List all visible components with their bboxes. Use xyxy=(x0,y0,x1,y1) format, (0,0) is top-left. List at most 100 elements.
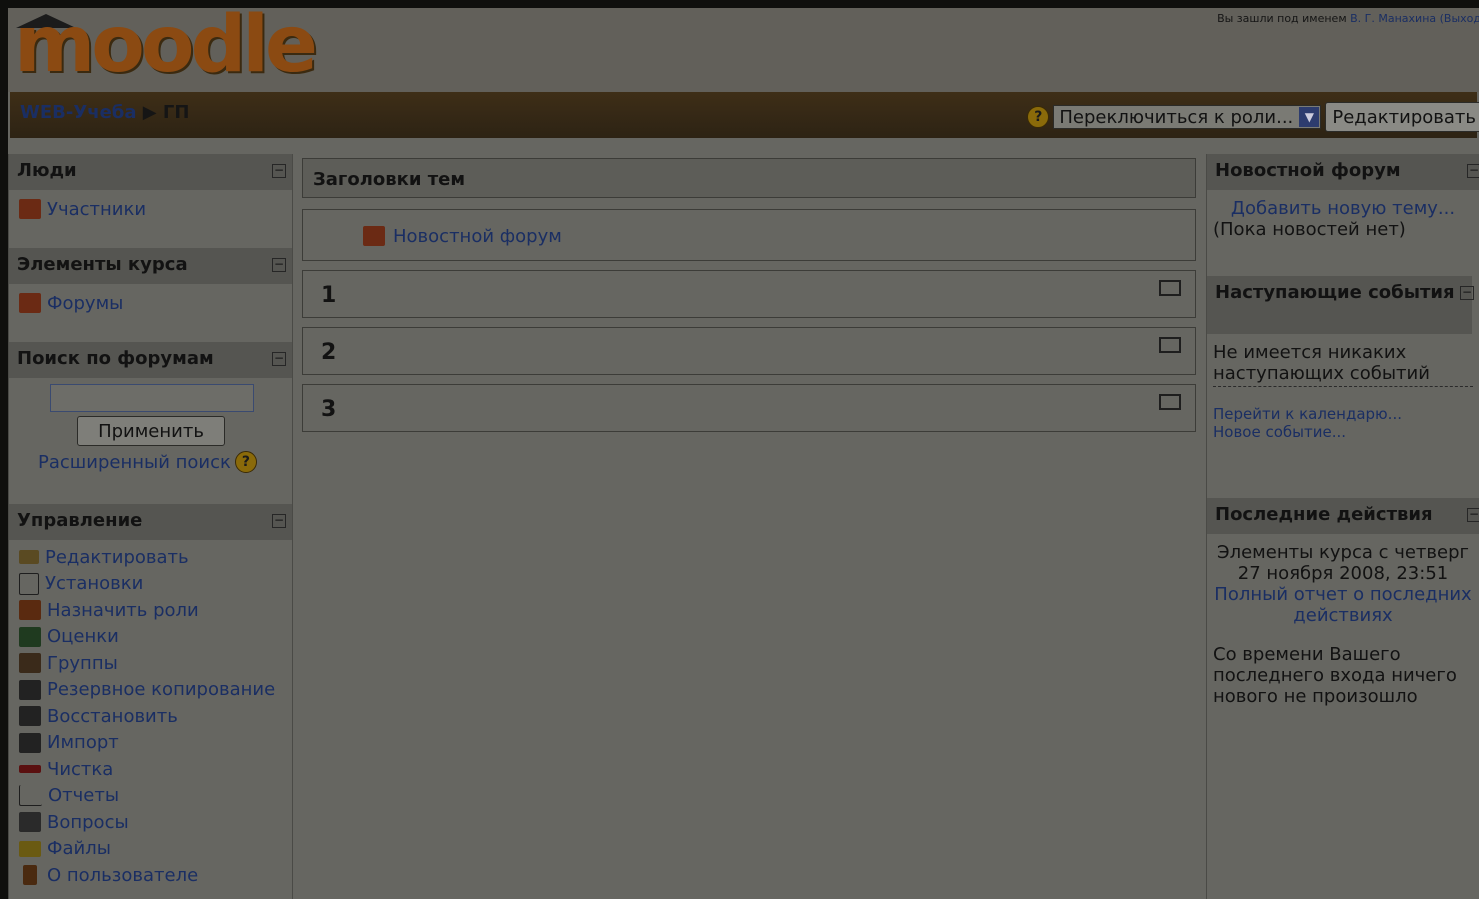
help-icon[interactable]: ? xyxy=(1027,106,1050,128)
admin-item-label[interactable]: Назначить роли xyxy=(47,600,199,621)
groups-icon xyxy=(19,653,41,674)
show-only-section-icon[interactable] xyxy=(1159,394,1181,410)
admin-item-label[interactable]: Группы xyxy=(47,653,118,674)
admin-item-label[interactable]: Чистка xyxy=(47,759,113,780)
activities-block: Элементы курса − Форумы xyxy=(9,248,292,342)
section-3: 3 xyxy=(302,384,1196,432)
events-block-header: Наступающие события − xyxy=(1207,276,1474,334)
admin-item-roles[interactable]: Назначить роли xyxy=(19,597,282,624)
admin-item-label[interactable]: О пользователе xyxy=(47,865,198,886)
admin-item-restore[interactable]: Восстановить xyxy=(19,703,282,730)
admin-item-label[interactable]: Редактировать xyxy=(45,547,189,568)
settings-icon xyxy=(19,572,39,595)
events-block-title: Наступающие события xyxy=(1215,282,1455,303)
logout-link[interactable]: (Выход xyxy=(1440,12,1479,25)
participants-icon xyxy=(19,199,41,220)
admin-item-label[interactable]: Установки xyxy=(45,573,143,594)
admin-block-header: Управление − xyxy=(9,504,292,540)
participants-link[interactable]: Участники xyxy=(47,199,146,220)
collapse-icon[interactable]: − xyxy=(272,352,286,366)
admin-item-questions[interactable]: Вопросы xyxy=(19,809,282,836)
admin-item-label[interactable]: Файлы xyxy=(47,838,111,859)
news-forum-link[interactable]: Новостной форум xyxy=(393,226,562,247)
breadcrumb: WEB-Учеба ▶ ГП xyxy=(20,102,189,123)
admin-item-label[interactable]: Вопросы xyxy=(47,812,129,833)
page: moodle Вы зашли под именем В. Г. Манахин… xyxy=(8,6,1479,899)
admin-block-title: Управление xyxy=(17,510,143,531)
no-events-text: Не имеется никаких наступающих событий xyxy=(1213,342,1473,387)
admin-item-reports[interactable]: Отчеты xyxy=(19,783,282,810)
switch-role-value: Переключиться к роли... xyxy=(1059,107,1294,128)
help-icon[interactable]: ? xyxy=(234,451,257,473)
import-icon xyxy=(19,732,41,753)
admin-item-settings[interactable]: Установки xyxy=(19,571,282,598)
course-content: Заголовки тем Новостной форум 1 2 3 xyxy=(302,158,1196,441)
collapse-icon[interactable]: − xyxy=(1467,164,1479,178)
recent-activity-block: Последние действия − Элементы курса с че… xyxy=(1207,498,1479,715)
right-column: Новостной форум − Добавить новую тему...… xyxy=(1206,154,1479,899)
admin-item-grades[interactable]: Оценки xyxy=(19,624,282,651)
sidebar-item-participants[interactable]: Участники xyxy=(19,196,282,223)
people-block-header: Люди − xyxy=(9,154,292,190)
admin-block: Управление − Редактировать Установки Наз… xyxy=(9,504,292,897)
grades-icon xyxy=(19,626,41,647)
section-number: 1 xyxy=(321,283,337,308)
section-2: 2 xyxy=(302,327,1196,375)
collapse-icon[interactable]: − xyxy=(272,164,286,178)
navbar: WEB-Учеба ▶ ГП ? Переключиться к роли...… xyxy=(10,92,1479,138)
advanced-search-link[interactable]: Расширенный поиск xyxy=(38,452,231,473)
nothing-new-text: Со времени Вашего последнего входа ничег… xyxy=(1213,644,1457,707)
section-number: 3 xyxy=(321,397,337,422)
login-info: Вы зашли под именем В. Г. Манахина (Выхо… xyxy=(1217,12,1479,25)
reset-icon xyxy=(19,765,41,774)
admin-item-backup[interactable]: Резервное копирование xyxy=(19,677,282,704)
backup-icon xyxy=(19,679,41,700)
recent-since-text: Элементы курса с четверг 27 ноября 2008,… xyxy=(1217,542,1469,584)
admin-item-label[interactable]: Резервное копирование xyxy=(47,679,275,700)
add-new-topic-link[interactable]: Добавить новую тему... xyxy=(1213,198,1473,219)
admin-item-edit[interactable]: Редактировать xyxy=(19,544,282,571)
search-apply-button[interactable]: Применить xyxy=(77,416,225,446)
breadcrumb-current: ГП xyxy=(162,102,190,123)
nav-controls: ? Переключиться к роли... ▼ Редактироват… xyxy=(1027,102,1479,132)
admin-item-import[interactable]: Импорт xyxy=(19,730,282,757)
search-input[interactable] xyxy=(50,384,254,412)
edit-mode-button[interactable]: Редактировать xyxy=(1325,102,1479,132)
questions-icon xyxy=(19,812,41,833)
chevron-down-icon[interactable]: ▼ xyxy=(1299,107,1320,127)
profile-icon xyxy=(23,865,37,886)
breadcrumb-home[interactable]: WEB-Учеба xyxy=(20,102,137,123)
go-to-calendar-link[interactable]: Перейти к календарю... xyxy=(1213,405,1473,423)
pencil-icon xyxy=(19,550,39,565)
full-report-link[interactable]: Полный отчет о последних действиях xyxy=(1213,584,1473,626)
collapse-icon[interactable]: − xyxy=(272,514,286,528)
new-event-link[interactable]: Новое событие... xyxy=(1213,423,1473,441)
no-news-text: (Пока новостей нет) xyxy=(1213,219,1406,240)
login-prefix: Вы зашли под именем xyxy=(1217,12,1351,25)
admin-item-label[interactable]: Импорт xyxy=(47,732,119,753)
sidebar-item-forums[interactable]: Форумы xyxy=(19,290,282,317)
forums-link[interactable]: Форумы xyxy=(47,293,123,314)
collapse-icon[interactable]: − xyxy=(272,258,286,272)
restore-icon xyxy=(19,706,41,727)
forum-icon xyxy=(363,226,385,246)
forum-icon xyxy=(19,293,41,314)
show-only-section-icon[interactable] xyxy=(1159,280,1181,296)
admin-item-profile[interactable]: О пользователе xyxy=(19,862,282,889)
user-link[interactable]: В. Г. Манахина xyxy=(1350,12,1436,25)
news-block: Новостной форум − Добавить новую тему...… xyxy=(1207,154,1479,276)
moodle-logo[interactable]: moodle xyxy=(14,6,318,84)
topics-header: Заголовки тем xyxy=(302,158,1196,198)
admin-item-files[interactable]: Файлы xyxy=(19,836,282,863)
admin-item-label[interactable]: Восстановить xyxy=(47,706,178,727)
admin-item-groups[interactable]: Группы xyxy=(19,650,282,677)
show-only-section-icon[interactable] xyxy=(1159,337,1181,353)
admin-item-label[interactable]: Оценки xyxy=(47,626,119,647)
section-1: 1 xyxy=(302,270,1196,318)
switch-role-select[interactable]: Переключиться к роли... ▼ xyxy=(1053,105,1322,129)
activities-block-header: Элементы курса − xyxy=(9,248,292,284)
admin-item-label[interactable]: Отчеты xyxy=(48,785,119,806)
collapse-icon[interactable]: − xyxy=(1460,286,1474,300)
collapse-icon[interactable]: − xyxy=(1467,508,1479,522)
admin-item-reset[interactable]: Чистка xyxy=(19,756,282,783)
